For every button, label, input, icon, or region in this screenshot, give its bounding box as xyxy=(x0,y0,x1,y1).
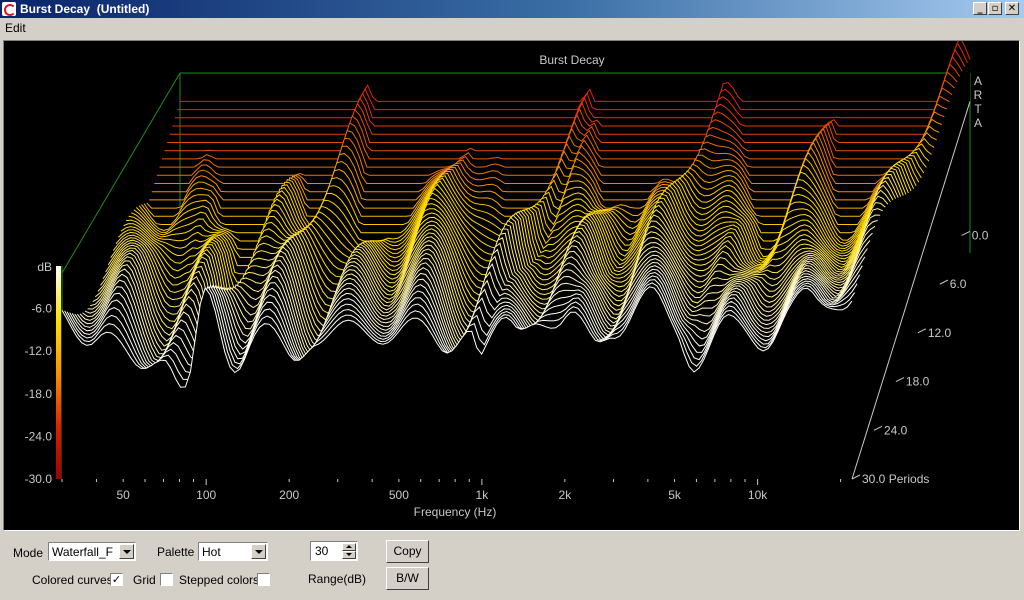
range-stepper[interactable]: 30 xyxy=(310,541,358,561)
slice-fill xyxy=(172,56,963,126)
grid-label: Grid xyxy=(133,573,156,587)
depth-tick-label: 18.0 xyxy=(906,375,930,389)
chevron-down-icon[interactable] xyxy=(119,544,134,559)
waterfall-plot: Burst Decay A R T AdB -6.0 -12.0 -18.0 -24.0 -30.… xyxy=(3,40,1020,531)
slice-fill xyxy=(169,64,960,135)
palette-select[interactable]: Hot xyxy=(198,542,268,561)
menu-bar: Edit xyxy=(0,18,1024,38)
mode-select[interactable]: Waterfall_F xyxy=(48,542,136,561)
mode-label: Mode xyxy=(13,546,44,560)
mode-value: Waterfall_F xyxy=(52,545,113,559)
slice-fill xyxy=(180,41,970,102)
depth-tick xyxy=(895,377,905,383)
bw-button[interactable]: B/W xyxy=(386,567,429,590)
z-tick-label: dB xyxy=(37,260,52,274)
spin-down-icon[interactable] xyxy=(342,551,356,559)
x-tick-label: 5k xyxy=(668,488,682,502)
depth-tick xyxy=(939,279,949,285)
colored-curves-label: Colored curves xyxy=(32,573,113,587)
watermark-letter: A xyxy=(974,116,982,130)
slice-fill xyxy=(167,72,958,143)
title-bar: Burst Decay (Untitled) _ ▫ ✕ xyxy=(0,0,1024,18)
x-tick-label: 10k xyxy=(748,488,768,502)
grid-checkbox[interactable] xyxy=(160,573,173,586)
color-bar xyxy=(56,266,61,479)
stepped-colors-label: Stepped colors xyxy=(179,573,260,587)
restore-button[interactable]: ▫ xyxy=(988,2,1002,15)
app-icon[interactable] xyxy=(2,2,16,16)
depth-tick xyxy=(961,230,970,236)
watermark-letter: A xyxy=(974,74,982,88)
z-tick-label: -6.0 xyxy=(31,302,52,316)
depth-tick-label: 24.0 xyxy=(884,423,908,437)
x-tick-label: 500 xyxy=(389,488,409,502)
slice-line xyxy=(169,63,961,135)
depth-tick-label: 6.0 xyxy=(950,277,967,291)
z-tick-label: -12.0 xyxy=(25,344,53,358)
minimize-button[interactable]: _ xyxy=(973,2,987,15)
depth-tick xyxy=(917,328,927,334)
stepped-colors-checkbox[interactable] xyxy=(257,573,270,586)
x-tick-label: 200 xyxy=(279,488,299,502)
x-tick-label: 2k xyxy=(559,488,573,502)
watermark-letter: T xyxy=(974,102,982,116)
palette-value: Hot xyxy=(202,545,221,559)
slice-line xyxy=(180,41,971,102)
controls-panel: Mode Waterfall_F Palette Hot 30 Range(dB… xyxy=(0,534,1024,600)
depth-tick-label: 12.0 xyxy=(928,326,952,340)
z-tick-label: -30.0 xyxy=(25,472,53,486)
x-tick-label: 1k xyxy=(476,488,490,502)
chevron-down-icon[interactable] xyxy=(251,544,266,559)
palette-label: Palette xyxy=(157,545,195,559)
close-button[interactable]: ✕ xyxy=(1005,2,1019,15)
slice-line xyxy=(167,71,958,143)
window-title: Burst Decay (Untitled) xyxy=(20,2,150,16)
x-axis-label: Frequency (Hz) xyxy=(414,505,497,519)
range-label: Range(dB) xyxy=(308,572,367,586)
z-tick-label: -24.0 xyxy=(25,429,53,443)
watermark-letter: R xyxy=(974,88,983,102)
colored-curves-checkbox[interactable]: ✓ xyxy=(110,573,123,586)
z-tick-label: -18.0 xyxy=(25,387,53,401)
chart-title: Burst Decay xyxy=(539,53,604,67)
x-tick-label: 50 xyxy=(116,488,130,502)
depth-tick-label: 30.0 Periods xyxy=(862,472,929,486)
menu-edit[interactable]: Edit xyxy=(5,21,26,35)
depth-tick xyxy=(873,425,883,431)
slice-line xyxy=(172,55,963,127)
range-value: 30 xyxy=(315,544,329,558)
waterfall-chart: Burst Decay ARTAdB -6.0 -12.0 -18.0 -24.0 -30.… xyxy=(25,41,989,519)
depth-tick-label: 0.0 xyxy=(972,228,989,242)
spin-up-icon[interactable] xyxy=(342,543,356,551)
copy-button[interactable]: Copy xyxy=(386,540,429,563)
x-tick-label: 100 xyxy=(196,488,216,502)
